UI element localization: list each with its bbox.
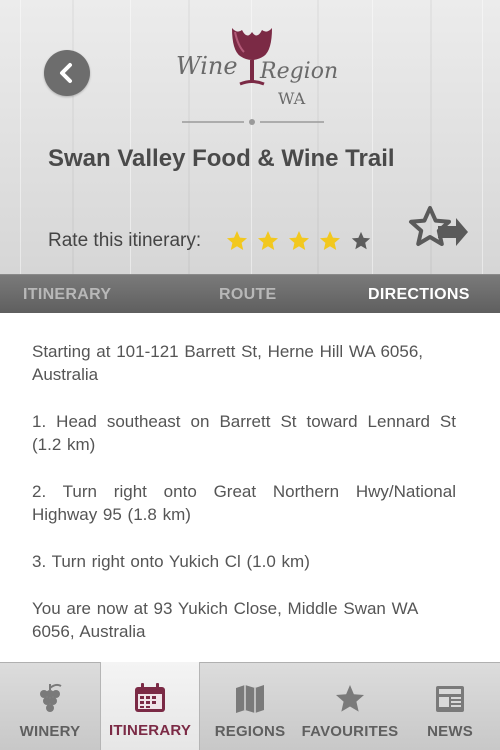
star-filled-icon[interactable] [221, 228, 252, 254]
star-filled-icon[interactable] [314, 228, 345, 254]
nav-label: NEWS [427, 723, 473, 740]
logo-text-wa: WA [278, 89, 306, 108]
wine-regions-logo: Wine Regions WA [176, 28, 338, 125]
star-icon [332, 681, 368, 717]
wood-grain [20, 0, 21, 274]
favourite-share-button[interactable] [402, 202, 470, 258]
nav-label: WINERY [19, 723, 81, 740]
wood-grain [482, 0, 483, 274]
nav-favourites[interactable]: FAVOURITES [300, 663, 400, 750]
nav-regions[interactable]: REGIONS [200, 663, 300, 750]
tab-directions[interactable]: DIRECTIONS [368, 275, 470, 314]
star-rating[interactable] [221, 228, 376, 254]
map-icon [232, 681, 268, 717]
direction-step: 3. Turn right onto Yukich Cl (1.0 km) [32, 552, 310, 571]
tab-route[interactable]: ROUTE [219, 275, 277, 314]
nav-label: ITINERARY [108, 722, 192, 739]
grapes-icon [32, 681, 68, 717]
direction-start: Starting at 101-121 Barrett St, Herne Hi… [32, 342, 424, 384]
direction-step: 2. Turn right onto Great Northern Hwy/Na… [32, 482, 456, 524]
rating-row: Rate this itinerary: [48, 226, 376, 256]
nav-itinerary[interactable]: ITINERARY [100, 662, 200, 750]
rate-label: Rate this itinerary: [48, 230, 202, 251]
nav-label: REGIONS [214, 723, 286, 740]
star-filled-icon[interactable] [283, 228, 314, 254]
bottom-nav: WINERY ITINERARY REGIONS FAVOURITES NEWS [0, 662, 500, 750]
direction-step: 1. Head southeast on Barrett St toward L… [32, 412, 456, 454]
chevron-left-icon [60, 63, 72, 83]
nav-winery[interactable]: WINERY [0, 663, 100, 750]
header: Wine Regions WA Swan Valley Food & Wine … [0, 0, 500, 274]
logo-text-wine: Wine [176, 52, 238, 80]
star-arrow-icon [409, 206, 468, 246]
newspaper-icon [432, 681, 468, 717]
direction-end: You are now at 93 Yukich Close, Middle S… [32, 599, 418, 641]
star-empty-icon[interactable] [345, 228, 376, 254]
calendar-icon [132, 680, 168, 716]
tab-itinerary[interactable]: ITINERARY [23, 275, 111, 314]
star-filled-icon[interactable] [252, 228, 283, 254]
tab-bar: ITINERARY ROUTE DIRECTIONS [0, 274, 500, 313]
back-button[interactable] [44, 50, 90, 96]
directions-content: Starting at 101-121 Barrett St, Herne Hi… [32, 340, 456, 667]
nav-news[interactable]: NEWS [400, 663, 500, 750]
nav-label: FAVOURITES [301, 723, 399, 740]
logo-text-regions: Regions [259, 59, 338, 84]
page-title: Swan Valley Food & Wine Trail [48, 145, 395, 172]
